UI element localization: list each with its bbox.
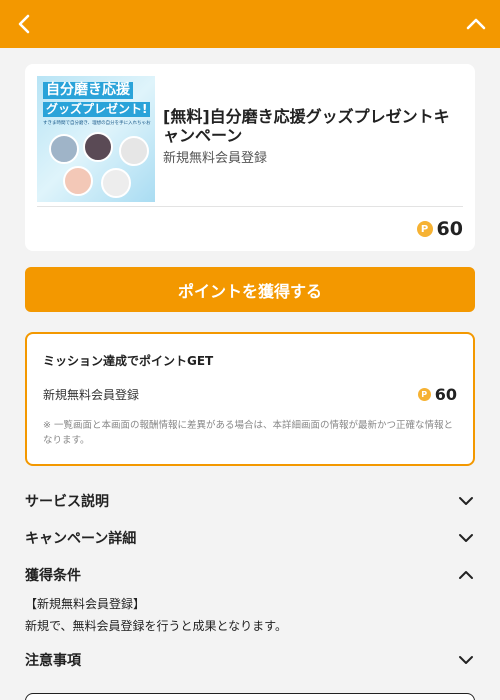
thumbnail-photo: [119, 136, 149, 166]
thumbnail-photo: [63, 166, 93, 196]
mission-note: ※ 一覧画面と本画面の報酬情報に差異がある場合は、本詳細画面の情報が最新かつ正確…: [43, 420, 453, 446]
section-label: サービス説明: [25, 494, 109, 510]
section-notes[interactable]: 注意事項: [25, 648, 475, 672]
chevron-left-icon: [18, 14, 30, 34]
back-button[interactable]: [10, 10, 38, 38]
thumbnail-caption: すきま時間で自分磨き、理想の自分を手に入れちゃお!: [43, 121, 151, 126]
thumbnail-photo: [83, 132, 113, 162]
campaign-title: [無料]自分磨き応援グッズプレゼントキャンペーン: [163, 107, 450, 145]
thumbnail-title-line1: 自分磨き応援: [43, 82, 133, 99]
mission-title: ミッション達成でポイントGET: [43, 354, 214, 368]
campaign-card: 自分磨き応援 グッズプレゼント! すきま時間で自分磨き、理想の自分を手に入れちゃ…: [25, 64, 475, 251]
chevron-down-icon: [457, 651, 475, 669]
chevron-down-icon: [457, 492, 475, 510]
mission-points: P 60: [417, 385, 457, 404]
conditions-line1: 【新規無料会員登録】: [25, 597, 146, 611]
conditions-line2: 新規で、無料会員登録を行うと成果となります。: [25, 619, 287, 633]
chevron-up-icon: [466, 18, 486, 30]
campaign-points: P 60: [416, 218, 463, 240]
thumbnail-title-line2: グッズプレゼント!: [43, 102, 151, 117]
points-value: 60: [436, 218, 463, 240]
chevron-down-icon: [457, 529, 475, 547]
chevron-up-icon: [457, 566, 475, 584]
section-campaign-detail[interactable]: キャンペーン詳細: [25, 526, 475, 550]
app-header: [0, 0, 500, 48]
mission-points-value: 60: [434, 385, 457, 404]
section-label: 注意事項: [25, 653, 81, 669]
mission-box: ミッション達成でポイントGET 新規無料会員登録 P 60 ※ 一覧画面と本画面…: [25, 332, 475, 466]
get-points-button[interactable]: ポイントを獲得する: [25, 267, 475, 312]
section-conditions[interactable]: 獲得条件: [25, 563, 475, 587]
section-label: キャンペーン詳細: [25, 531, 137, 547]
section-label: 獲得条件: [25, 568, 81, 584]
divider: [37, 206, 463, 207]
campaign-subtitle: 新規無料会員登録: [163, 151, 268, 166]
thumbnail-photo: [49, 134, 79, 164]
bottom-panel[interactable]: [25, 693, 475, 700]
collapse-button[interactable]: [462, 10, 490, 38]
section-service-description[interactable]: サービス説明: [25, 489, 475, 513]
point-coin-icon: P: [416, 221, 433, 237]
campaign-thumbnail: 自分磨き応援 グッズプレゼント! すきま時間で自分磨き、理想の自分を手に入れちゃ…: [37, 76, 155, 202]
mission-item-label: 新規無料会員登録: [43, 388, 140, 402]
thumbnail-photo: [101, 168, 131, 198]
point-coin-icon: P: [417, 388, 431, 401]
